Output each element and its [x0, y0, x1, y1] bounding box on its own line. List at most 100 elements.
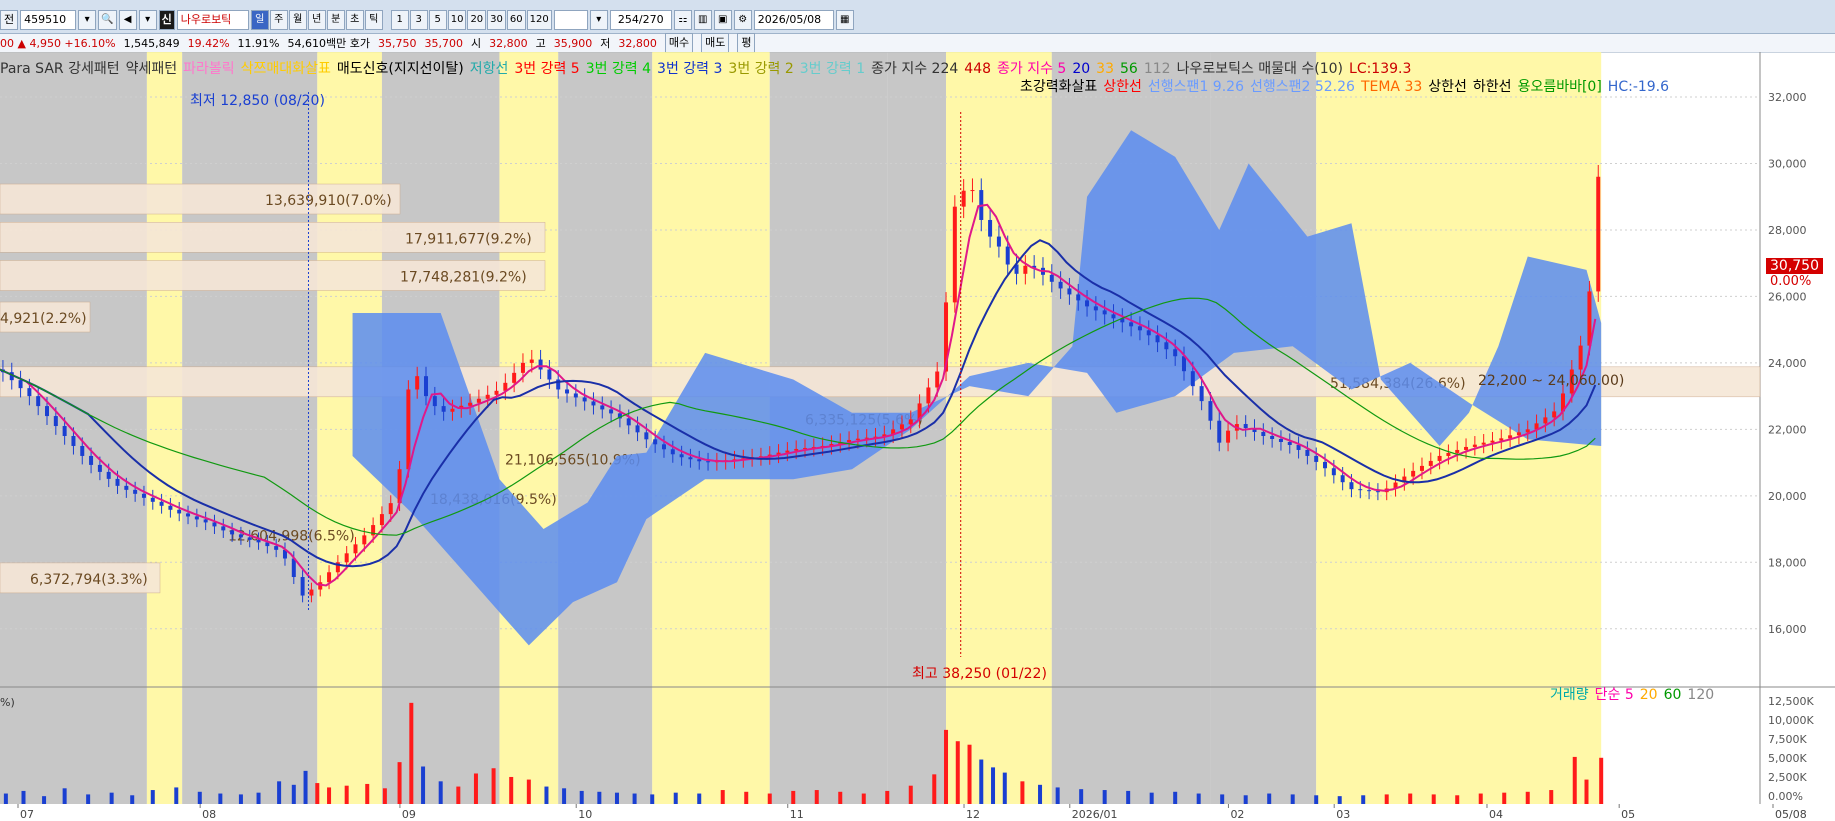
- nav-down-icon[interactable]: ▾: [138, 10, 157, 30]
- period-tab-3[interactable]: 년: [307, 10, 326, 30]
- save-icon[interactable]: ▣: [713, 10, 732, 30]
- quote-bar: 00 ▲ 4,950 +16.10% 1,545,849 19.42% 11.9…: [0, 33, 1835, 53]
- current-price-tag: 30,750: [1766, 258, 1823, 274]
- legend-item[interactable]: 3번 강력 4: [586, 61, 651, 77]
- legend-item[interactable]: 33: [1096, 61, 1114, 77]
- chevron-down-icon[interactable]: ▾: [589, 10, 608, 30]
- legend-item[interactable]: 56: [1120, 61, 1138, 77]
- price-chart[interactable]: 32,000 30,000 28,000 26,000 24,000 22,000 20,0…: [0, 52, 1835, 821]
- time-band: [499, 52, 559, 804]
- legend-item[interactable]: 3번 강력 5: [514, 61, 579, 77]
- legend-item[interactable]: 60: [1664, 687, 1682, 703]
- sell-button[interactable]: 매도: [701, 33, 730, 53]
- interval-button-60[interactable]: 60: [506, 10, 526, 30]
- gear-icon[interactable]: ⚙: [733, 10, 752, 30]
- legend-item[interactable]: 삭쯔매대화살표: [241, 61, 331, 77]
- volume-bar: [838, 791, 843, 804]
- legend-item[interactable]: 상한선: [1428, 79, 1467, 95]
- legend-item[interactable]: 종가 지수 5: [997, 61, 1066, 77]
- mode-button[interactable]: 전: [0, 10, 19, 30]
- candle-body: [1578, 345, 1583, 370]
- candle-body: [1226, 430, 1231, 443]
- candle-body: [309, 589, 314, 596]
- legend-item[interactable]: 3번 강력 2: [728, 61, 793, 77]
- legend-item[interactable]: 112: [1144, 61, 1171, 77]
- candle-body: [1164, 342, 1169, 350]
- period-tab-4[interactable]: 분: [326, 10, 345, 30]
- legend-item[interactable]: Para SAR 강세패턴: [0, 61, 120, 77]
- legend-item[interactable]: 저항선: [470, 61, 509, 77]
- interval-button-5[interactable]: 5: [428, 10, 447, 30]
- period-tab-1[interactable]: 주: [269, 10, 288, 30]
- search-icon[interactable]: 🔍: [98, 10, 117, 30]
- legend-item[interactable]: 초강력화살표: [1020, 79, 1097, 95]
- interval-button-10[interactable]: 10: [447, 10, 467, 30]
- volume-bar: [1525, 791, 1530, 804]
- y-tick-label: 26,000: [1768, 290, 1807, 303]
- period-tab-6[interactable]: 틱: [364, 10, 383, 30]
- legend-item[interactable]: 하한선: [1473, 79, 1512, 95]
- custom-interval-input[interactable]: [553, 10, 588, 30]
- bar-count[interactable]: 254/270: [609, 10, 672, 30]
- interval-button-20[interactable]: 20: [467, 10, 487, 30]
- period-tab-2[interactable]: 월: [288, 10, 307, 30]
- volume-profile-label: 12,604,998(6.5%): [228, 529, 355, 545]
- candle-body: [1023, 265, 1028, 274]
- interval-button-3[interactable]: 3: [409, 10, 428, 30]
- legend-item[interactable]: 단순 5: [1595, 687, 1634, 703]
- legend-item[interactable]: 3번 강력 3: [657, 61, 722, 77]
- date-input[interactable]: 2026/05/08: [753, 10, 834, 30]
- candle-body: [1155, 335, 1160, 343]
- legend-item[interactable]: 약세패턴: [126, 61, 178, 77]
- period-tab-5[interactable]: 초: [345, 10, 364, 30]
- candle-body: [1137, 326, 1142, 331]
- interval-button-120[interactable]: 120: [526, 10, 552, 30]
- candle-body: [582, 397, 587, 402]
- legend-item[interactable]: 용오름바바[0]: [1518, 79, 1602, 95]
- candle-body: [899, 424, 904, 430]
- legend-item[interactable]: 120: [1687, 687, 1714, 703]
- current-price-pct: 0.00%: [1770, 274, 1812, 289]
- legend-item[interactable]: HC:-19.6: [1608, 79, 1669, 95]
- legend-item[interactable]: 20: [1072, 61, 1090, 77]
- legend-item[interactable]: 20: [1640, 687, 1658, 703]
- price-change: 00 ▲ 4,950 +16.10%: [0, 36, 116, 50]
- volume-bar: [861, 793, 866, 804]
- period-tab-0[interactable]: 일: [250, 10, 269, 30]
- sound-icon[interactable]: ◀: [118, 10, 137, 30]
- stock-name[interactable]: 나우로보틱: [176, 10, 249, 30]
- volume-bar: [238, 794, 243, 804]
- candle-body: [1411, 470, 1416, 477]
- legend-item[interactable]: 448: [964, 61, 991, 77]
- legend-item[interactable]: 선행스팬2 52.26: [1250, 79, 1355, 95]
- candle-body: [36, 396, 41, 407]
- legend-item[interactable]: 거래량: [1550, 687, 1589, 703]
- legend-item[interactable]: 선행스팬1 9.26: [1148, 79, 1244, 95]
- x-tick-label: 05: [1621, 808, 1635, 821]
- candle-body: [679, 454, 684, 458]
- legend-item[interactable]: 파라볼릭: [183, 61, 235, 77]
- interval-button-1[interactable]: 1: [390, 10, 409, 30]
- chevron-down-icon[interactable]: ▾: [78, 10, 97, 30]
- legend-item[interactable]: 상한선: [1103, 79, 1142, 95]
- legend-item[interactable]: 나우로보틱스 매물대 수(10): [1177, 61, 1343, 77]
- volume-bar: [955, 741, 960, 804]
- legend-item[interactable]: 종가 지수 224: [871, 61, 958, 77]
- candle-body: [300, 577, 305, 596]
- buy-button[interactable]: 매수: [664, 33, 694, 53]
- volume-bar: [1584, 779, 1589, 804]
- legend-item[interactable]: TEMA 33: [1361, 79, 1422, 95]
- legend-item[interactable]: 매도신호(지지선이탈): [337, 61, 464, 77]
- volume-tick-label: 7,500K: [1768, 733, 1807, 746]
- x-tick-label: 04: [1489, 808, 1503, 821]
- extra-button[interactable]: 평: [737, 33, 756, 53]
- interval-button-30[interactable]: 30: [487, 10, 506, 30]
- calendar-icon[interactable]: ▦: [835, 10, 854, 30]
- legend-item[interactable]: LC:139.3: [1349, 61, 1411, 77]
- stock-code-input[interactable]: 459510: [20, 10, 77, 30]
- bar-icon[interactable]: ▥: [693, 10, 712, 30]
- legend-item[interactable]: 3번 강력 1: [800, 61, 865, 77]
- volume-tick-label: 10,000K: [1768, 714, 1814, 727]
- compare-icon[interactable]: ⚏: [673, 10, 692, 30]
- candle-body: [688, 457, 693, 460]
